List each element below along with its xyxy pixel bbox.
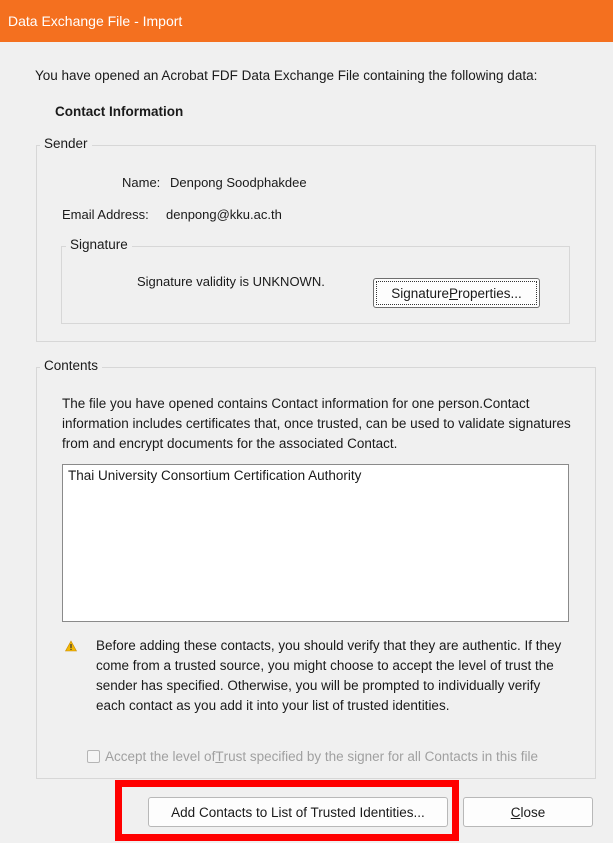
import-dialog: You have opened an Acrobat FDF Data Exch… bbox=[0, 42, 613, 843]
email-label: Email Address: bbox=[62, 207, 149, 222]
section-title: Contact Information bbox=[55, 104, 184, 119]
signature-status: Signature validity is UNKNOWN. bbox=[137, 274, 325, 289]
signature-properties-label-post: roperties... bbox=[458, 285, 522, 301]
name-value: Denpong Soodphakdee bbox=[170, 175, 307, 190]
email-value: denpong@kku.ac.th bbox=[166, 207, 282, 222]
signature-properties-button[interactable]: Signature Properties... bbox=[373, 278, 540, 308]
name-label: Name: bbox=[122, 175, 161, 190]
close-label-post: lose bbox=[520, 804, 546, 820]
accept-trust-label-post: rust specified by the signer for all Con… bbox=[223, 749, 538, 764]
add-contacts-button[interactable]: Add Contacts to List of Trusted Identiti… bbox=[148, 797, 448, 827]
accept-trust-label-pre: Accept the level of bbox=[105, 749, 216, 764]
accept-trust-checkbox-row[interactable]: Accept the level of Trust specified by t… bbox=[87, 749, 538, 764]
title-bar[interactable]: Data Exchange File - Import bbox=[0, 0, 613, 42]
accept-trust-checkbox[interactable] bbox=[87, 750, 100, 763]
list-item[interactable]: Thai University Consortium Certification… bbox=[68, 468, 563, 483]
signature-properties-label-pre: Signature bbox=[391, 285, 449, 301]
sender-legend: Sender bbox=[40, 136, 92, 151]
accept-trust-accel: T bbox=[215, 749, 224, 764]
close-button[interactable]: Close bbox=[463, 797, 593, 827]
intro-text: You have opened an Acrobat FDF Data Exch… bbox=[35, 68, 538, 83]
signature-legend: Signature bbox=[66, 237, 132, 252]
contacts-listbox[interactable]: Thai University Consortium Certification… bbox=[62, 464, 569, 622]
contents-legend: Contents bbox=[40, 358, 103, 373]
close-accel: C bbox=[510, 804, 521, 820]
signature-properties-accel: P bbox=[449, 285, 459, 301]
add-contacts-label: Add Contacts to List of Trusted Identiti… bbox=[171, 804, 425, 820]
warning-text: Before adding these contacts, you should… bbox=[96, 638, 562, 713]
contents-description: The file you have opened contains Contac… bbox=[62, 396, 571, 451]
warning-triangle-icon bbox=[65, 640, 77, 652]
window-title: Data Exchange File - Import bbox=[8, 13, 183, 29]
